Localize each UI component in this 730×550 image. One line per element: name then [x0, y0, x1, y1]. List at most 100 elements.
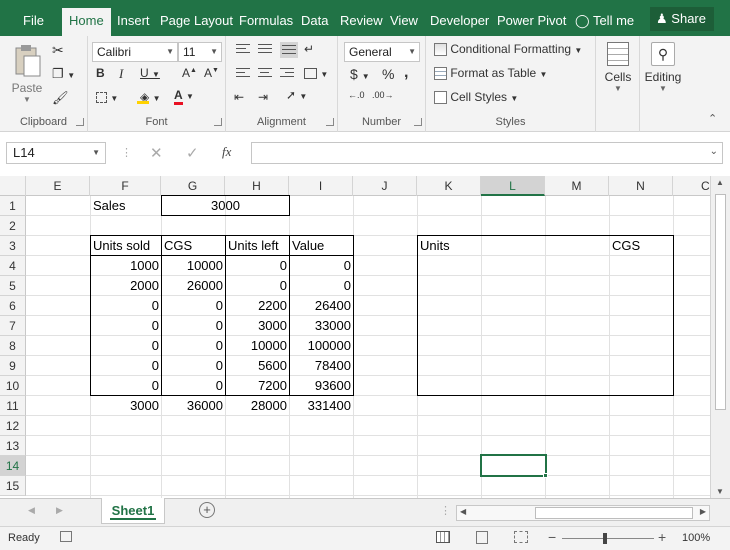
- row-header-4[interactable]: 4: [0, 256, 26, 276]
- cell-f8[interactable]: 0: [91, 336, 161, 356]
- cell-h11[interactable]: 28000: [226, 396, 289, 416]
- column-header-i[interactable]: I: [289, 176, 353, 196]
- currency-button[interactable]: $ ▼: [350, 66, 370, 82]
- cell-g7[interactable]: 0: [162, 316, 225, 336]
- cell-n3[interactable]: CGS: [610, 236, 673, 256]
- font-size-select[interactable]: 11 ▼: [178, 42, 222, 62]
- paste-button[interactable]: Paste ▼: [10, 42, 44, 104]
- cell-k3[interactable]: Units: [418, 236, 481, 256]
- horizontal-scrollbar[interactable]: ◀ ▶: [456, 505, 710, 521]
- copy-button[interactable]: ❐ ▼: [52, 66, 75, 82]
- tab-formulas[interactable]: Formulas: [232, 8, 300, 36]
- row-header-9[interactable]: 9: [0, 356, 26, 376]
- alignment-launcher-icon[interactable]: [326, 118, 334, 126]
- zoom-in-icon[interactable]: +: [658, 529, 666, 545]
- cell-f9[interactable]: 0: [91, 356, 161, 376]
- cell-g4[interactable]: 10000: [162, 256, 225, 276]
- row-header-2[interactable]: 2: [0, 216, 26, 236]
- cell-g9[interactable]: 0: [162, 356, 225, 376]
- tab-split-grip-icon[interactable]: ⋮: [440, 504, 451, 517]
- cell-g10[interactable]: 0: [162, 376, 225, 396]
- format-as-table-button[interactable]: Format as Table ▼: [434, 66, 547, 81]
- scroll-right-icon[interactable]: ▶: [700, 507, 706, 516]
- row-header-13[interactable]: 13: [0, 436, 26, 456]
- row-header-12[interactable]: 12: [0, 416, 26, 436]
- select-all-corner[interactable]: [0, 176, 26, 196]
- comma-button[interactable]: ,: [404, 64, 408, 82]
- cell-f6[interactable]: 0: [91, 296, 161, 316]
- cell-h4[interactable]: 0: [226, 256, 289, 276]
- macro-record-icon[interactable]: [60, 531, 72, 542]
- tab-developer[interactable]: Developer: [423, 8, 496, 36]
- share-button[interactable]: ♟ Share: [650, 7, 714, 31]
- wrap-text-button[interactable]: ↵: [304, 42, 314, 56]
- cell-i8[interactable]: 100000: [290, 336, 353, 356]
- sheet-next-icon[interactable]: ▶: [56, 505, 63, 516]
- fill-color-button[interactable]: ◈ ▼: [137, 90, 161, 104]
- horizontal-scroll-thumb[interactable]: [535, 507, 693, 519]
- cell-i11[interactable]: 331400: [290, 396, 353, 416]
- row-header-6[interactable]: 6: [0, 296, 26, 316]
- new-sheet-icon[interactable]: +: [199, 502, 215, 518]
- editing-button[interactable]: ⚲ Editing ▼: [642, 42, 684, 93]
- scroll-down-icon[interactable]: ▼: [716, 487, 724, 496]
- zoom-out-icon[interactable]: −: [548, 529, 556, 545]
- merge-center-button[interactable]: ▼: [304, 66, 328, 80]
- column-header-l[interactable]: L: [481, 176, 545, 196]
- cell-i7[interactable]: 33000: [290, 316, 353, 336]
- vertical-scroll-thumb[interactable]: [715, 194, 726, 410]
- column-header-k[interactable]: K: [417, 176, 481, 196]
- tab-review[interactable]: Review: [333, 8, 390, 36]
- vertical-scrollbar[interactable]: ▲ ▼: [710, 176, 730, 498]
- scroll-up-icon[interactable]: ▲: [716, 178, 724, 187]
- fill-handle[interactable]: [543, 473, 548, 478]
- row-header-14[interactable]: 14: [0, 456, 26, 476]
- worksheet-grid[interactable]: E F G H I J K L M N C 1 2 3 4 5 6 7 8 9 …: [0, 176, 710, 498]
- cell-i4[interactable]: 0: [290, 256, 353, 276]
- underline-button[interactable]: U ▼: [140, 66, 160, 80]
- font-color-button[interactable]: A ▼: [174, 88, 194, 105]
- tab-view[interactable]: View: [383, 8, 425, 36]
- column-header-e[interactable]: E: [26, 176, 90, 196]
- tab-home[interactable]: Home: [62, 8, 111, 36]
- cell-g11[interactable]: 36000: [162, 396, 225, 416]
- tab-data[interactable]: Data: [294, 8, 335, 36]
- formula-input[interactable]: ⌄: [251, 142, 723, 164]
- cell-i3[interactable]: Value: [290, 236, 353, 256]
- row-header-11[interactable]: 11: [0, 396, 26, 416]
- row-header-3[interactable]: 3: [0, 236, 26, 256]
- cell-f10[interactable]: 0: [91, 376, 161, 396]
- zoom-slider-thumb[interactable]: [603, 533, 607, 544]
- bold-button[interactable]: B: [96, 66, 105, 80]
- tab-insert[interactable]: Insert: [110, 8, 157, 36]
- row-header-7[interactable]: 7: [0, 316, 26, 336]
- decrease-decimal-button[interactable]: .00→: [372, 90, 394, 100]
- cell-g5[interactable]: 26000: [162, 276, 225, 296]
- row-header-5[interactable]: 5: [0, 276, 26, 296]
- tab-power-pivot[interactable]: Power Pivot: [490, 8, 573, 36]
- cell-h3[interactable]: Units left: [226, 236, 289, 256]
- zoom-slider[interactable]: [562, 538, 654, 539]
- cut-button[interactable]: ✂: [52, 42, 64, 59]
- increase-indent-button[interactable]: ⇥: [258, 90, 268, 104]
- column-header-g[interactable]: G: [161, 176, 225, 196]
- font-name-select[interactable]: Calibri ▼: [92, 42, 178, 62]
- cell-g3[interactable]: CGS: [162, 236, 225, 256]
- increase-decimal-button[interactable]: ←.0: [348, 90, 365, 100]
- cell-f7[interactable]: 0: [91, 316, 161, 336]
- sheet-prev-icon[interactable]: ◀: [28, 505, 35, 516]
- conditional-formatting-button[interactable]: Conditional Formatting ▼: [434, 42, 582, 57]
- cell-g8[interactable]: 0: [162, 336, 225, 356]
- cell-h5[interactable]: 0: [226, 276, 289, 296]
- cell-h6[interactable]: 2200: [226, 296, 289, 316]
- name-box[interactable]: L14 ▼: [6, 142, 106, 164]
- page-layout-view-icon[interactable]: [476, 531, 488, 544]
- cell-g6[interactable]: 0: [162, 296, 225, 316]
- tab-page-layout[interactable]: Page Layout: [153, 8, 240, 36]
- top-align-icon[interactable]: [236, 44, 250, 56]
- cell-i5[interactable]: 0: [290, 276, 353, 296]
- column-header-n[interactable]: N: [609, 176, 673, 196]
- insert-function-icon[interactable]: fx: [222, 144, 231, 160]
- row-header-10[interactable]: 10: [0, 376, 26, 396]
- cell-styles-button[interactable]: Cell Styles ▼: [434, 90, 518, 105]
